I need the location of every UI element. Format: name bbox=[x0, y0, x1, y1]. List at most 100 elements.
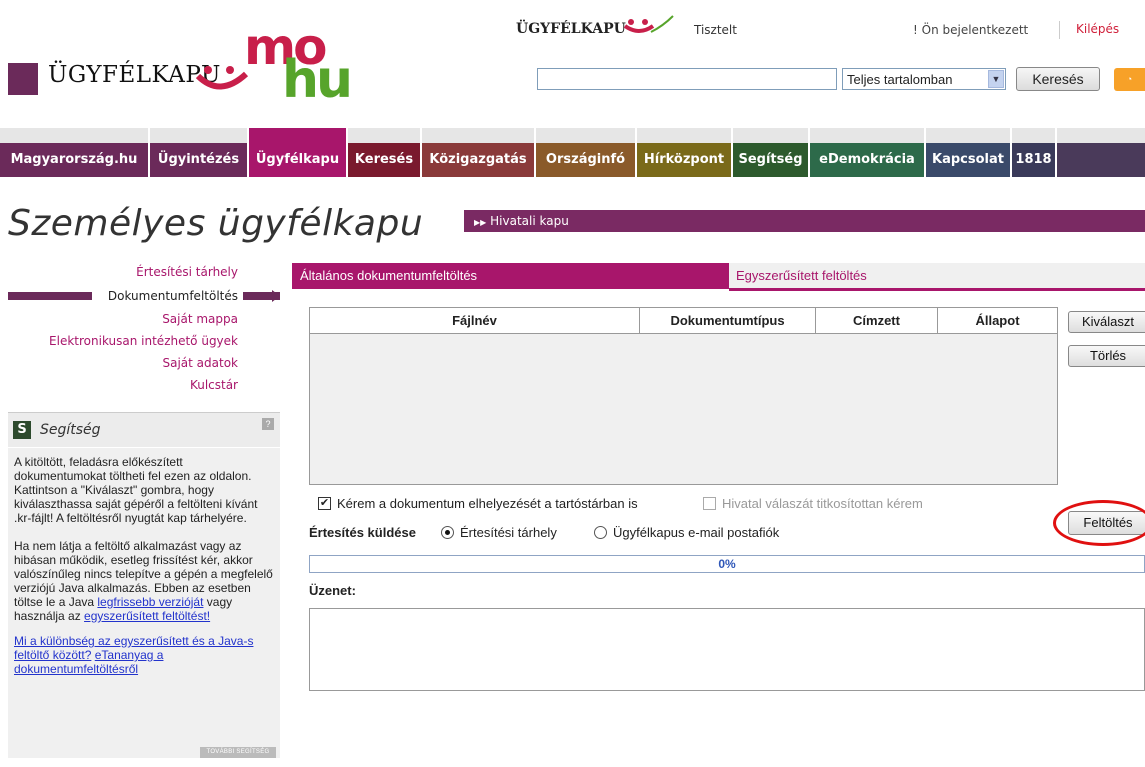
nav-item-0[interactable]: Magyarország.hu bbox=[0, 128, 148, 177]
hivatali-kapu-link[interactable]: ▶▶ Hivatali kapu bbox=[464, 210, 1145, 232]
left-menu-item-elektronikus-ugyek[interactable]: Elektronikusan intézhető ügyek bbox=[49, 334, 238, 348]
nav-item-label: Ügyfélkapu bbox=[249, 143, 346, 177]
nav-item-label: Hírközpont bbox=[637, 143, 731, 177]
left-menu-item-dokumentumfeltoltes[interactable]: Dokumentumfeltöltés bbox=[108, 289, 238, 303]
left-menu-item-kulcstar[interactable]: Kulcstár bbox=[190, 378, 238, 392]
active-menu-arrow-icon bbox=[272, 290, 280, 302]
nav-filler-bar bbox=[1057, 143, 1145, 177]
java-latest-version-link[interactable]: legfrissebb verzióját bbox=[97, 595, 203, 609]
greeting-text: Tisztelt bbox=[694, 23, 737, 37]
double-arrow-icon: ▶▶ bbox=[474, 218, 487, 227]
help-paragraph-1: A kitöltött, feladásra előkészített doku… bbox=[14, 455, 258, 525]
nav-item-1[interactable]: Ügyintézés bbox=[150, 128, 247, 177]
nav-item-9[interactable]: Kapcsolat bbox=[926, 128, 1010, 177]
radio-notify-storage-label: Értesítési tárhely bbox=[460, 525, 557, 540]
nav-item-label: eDemokrácia bbox=[810, 143, 924, 177]
encrypt-checkbox-label: Hivatal válaszát titkosítottan kérem bbox=[722, 496, 923, 511]
nav-item-3[interactable]: Keresés bbox=[348, 128, 420, 177]
column-header-status[interactable]: Állapot bbox=[938, 308, 1057, 333]
nav-item-label: Magyarország.hu bbox=[0, 143, 148, 177]
left-menu-item-sajat-mappa[interactable]: Saját mappa bbox=[162, 312, 238, 326]
search-scope-value: Teljes tartalomban bbox=[847, 72, 953, 87]
chevron-down-icon[interactable]: ▼ bbox=[988, 70, 1004, 88]
logout-link[interactable]: Kilépés bbox=[1076, 22, 1119, 36]
nav-item-label: Keresés bbox=[348, 143, 420, 177]
help-question-icon[interactable]: ? bbox=[262, 418, 274, 430]
store-checkbox[interactable]: ✔ bbox=[318, 497, 331, 510]
hivatali-kapu-label: Hivatali kapu bbox=[490, 214, 569, 228]
search-input[interactable] bbox=[537, 68, 837, 90]
tab-general-upload[interactable]: Általános dokumentumfeltöltés bbox=[292, 263, 729, 289]
column-header-doctype[interactable]: Dokumentumtípus bbox=[640, 308, 816, 333]
active-menu-bar bbox=[8, 292, 92, 300]
nav-item-label: Kapcsolat bbox=[926, 143, 1010, 177]
search-scope-select[interactable]: Teljes tartalomban ▼ bbox=[842, 68, 1006, 90]
left-menu-item-ertesitesi-tarhely[interactable]: Értesítési tárhely bbox=[136, 265, 238, 279]
nav-item-cap bbox=[1012, 128, 1055, 143]
select-file-button[interactable]: Kiválaszt bbox=[1068, 311, 1145, 333]
nav-item-cap bbox=[422, 128, 534, 143]
highlight-ellipse bbox=[1053, 500, 1145, 546]
simplified-upload-link[interactable]: egyszerűsített feltöltést! bbox=[84, 609, 210, 623]
message-box[interactable] bbox=[309, 608, 1145, 691]
nav-item-5[interactable]: Országinfó bbox=[536, 128, 635, 177]
page-title: Személyes ügyfélkapu bbox=[8, 203, 424, 244]
nav-item-6[interactable]: Hírközpont bbox=[637, 128, 731, 177]
nav-item-7[interactable]: Segítség bbox=[733, 128, 808, 177]
store-checkbox-label: Kérem a dokumentum elhelyezését a tartós… bbox=[337, 496, 638, 511]
nav-item-label: Közigazgatás bbox=[422, 143, 534, 177]
radio-notify-email-label: Ügyfélkapus e-mail postafiók bbox=[613, 525, 780, 540]
message-label: Üzenet: bbox=[309, 583, 356, 598]
upload-progress-bar: 0% bbox=[309, 555, 1145, 573]
help-s-icon: S bbox=[13, 421, 31, 439]
nav-item-cap bbox=[0, 128, 148, 143]
login-status: ! Ön bejelentkezett bbox=[913, 23, 1029, 37]
nav-item-cap bbox=[733, 128, 808, 143]
nav-item-cap bbox=[249, 128, 346, 143]
help-text: A kitöltött, feladásra előkészített doku… bbox=[14, 455, 276, 676]
help-links: Mi a különbség az egyszerűsített és a Ja… bbox=[14, 634, 276, 676]
delete-button[interactable]: Törlés bbox=[1068, 345, 1145, 367]
small-smile-logo-icon bbox=[623, 15, 674, 33]
nav-item-4[interactable]: Közigazgatás bbox=[422, 128, 534, 177]
ugyfelkapu-logo-mark bbox=[8, 63, 38, 95]
nav-item-cap bbox=[637, 128, 731, 143]
small-ugyfelkapu-logo: ÜGYFÉLKAPU bbox=[516, 21, 626, 37]
smile-logo-icon bbox=[196, 66, 248, 90]
header-divider bbox=[1059, 21, 1060, 39]
rss-icon[interactable]: ◔ bbox=[1114, 68, 1145, 91]
file-table-header: Fájlnév Dokumentumtípus Címzett Állapot bbox=[310, 308, 1057, 334]
nav-item-cap bbox=[810, 128, 924, 143]
nav-item-label: Országinfó bbox=[536, 143, 635, 177]
encrypt-checkbox[interactable] bbox=[703, 497, 716, 510]
notify-label: Értesítés küldése bbox=[309, 525, 416, 540]
nav-filler bbox=[1057, 128, 1145, 177]
column-header-recipient[interactable]: Címzett bbox=[816, 308, 938, 333]
nav-item-8[interactable]: eDemokrácia bbox=[810, 128, 924, 177]
main-navigation: Magyarország.hu Ügyintézés Ügyfélkapu Keres… bbox=[0, 128, 1145, 177]
nav-filler-cap bbox=[1057, 128, 1145, 143]
nav-item-cap bbox=[150, 128, 247, 143]
nav-item-label: Segítség bbox=[733, 143, 808, 177]
column-header-filename[interactable]: Fájlnév bbox=[310, 308, 640, 333]
nav-item-cap bbox=[348, 128, 420, 143]
file-table[interactable]: Fájlnév Dokumentumtípus Címzett Állapot bbox=[309, 307, 1058, 485]
progress-text: 0% bbox=[718, 557, 736, 571]
help-paragraph-2: Ha nem látja a feltöltő alkalmazást vagy… bbox=[14, 539, 276, 623]
radio-notify-storage[interactable] bbox=[441, 526, 454, 539]
nav-item-cap bbox=[536, 128, 635, 143]
nav-item-label: Ügyintézés bbox=[150, 143, 247, 177]
nav-item-10[interactable]: 1818 bbox=[1012, 128, 1055, 177]
left-menu-item-sajat-adatok[interactable]: Saját adatok bbox=[163, 356, 239, 370]
search-button[interactable]: Keresés bbox=[1016, 67, 1100, 91]
nav-item-label: 1818 bbox=[1012, 143, 1055, 177]
radio-notify-email[interactable] bbox=[594, 526, 607, 539]
nav-item-2[interactable]: Ügyfélkapu bbox=[249, 128, 346, 177]
tab-simplified-upload[interactable]: Egyszerűsített feltöltés bbox=[729, 263, 1145, 289]
tab-underline bbox=[729, 288, 1145, 291]
help-title: Segítség bbox=[40, 422, 101, 438]
nav-item-cap bbox=[926, 128, 1010, 143]
left-menu: Értesítési tárhely Dokumentumfeltöltés S… bbox=[0, 265, 252, 405]
ugyfelkapu-logo-text: ÜGYFÉLKAPU bbox=[48, 62, 221, 88]
more-help-button[interactable]: TOVÁBBI SEGÍTSÉG bbox=[200, 747, 276, 758]
